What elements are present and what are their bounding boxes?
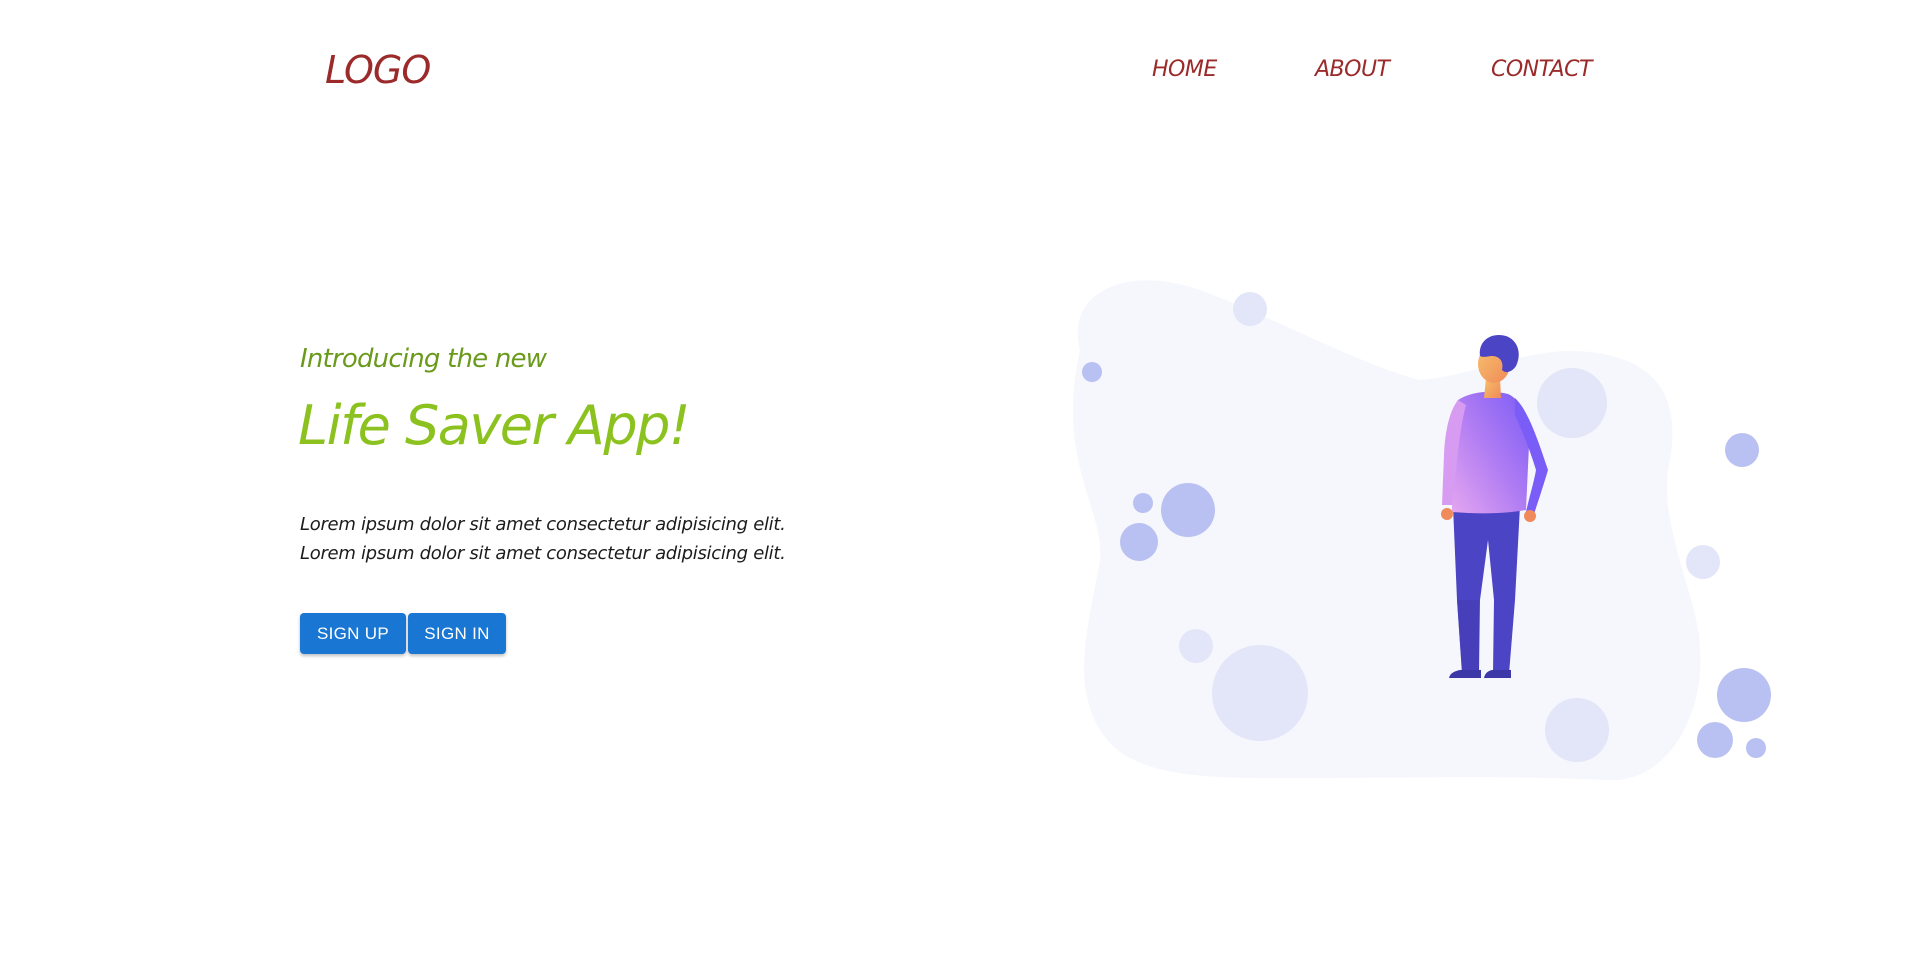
bubble xyxy=(1697,722,1733,758)
hero-headline: Life Saver App! xyxy=(298,394,691,457)
nav-contact-link[interactable]: CONTACT xyxy=(1491,57,1592,82)
bubble xyxy=(1179,629,1213,663)
bubble xyxy=(1537,368,1607,438)
bubble xyxy=(1725,433,1759,467)
intro-text: Introducing the new xyxy=(300,344,547,374)
background-blob xyxy=(1072,280,1701,781)
bubble xyxy=(1133,493,1153,513)
bubble xyxy=(1686,545,1720,579)
hero-description: Lorem ipsum dolor sit amet consectetur a… xyxy=(300,510,786,568)
description-line: Lorem ipsum dolor sit amet consectetur a… xyxy=(300,543,786,564)
bubble xyxy=(1746,738,1766,758)
description-line: Lorem ipsum dolor sit amet consectetur a… xyxy=(300,514,786,535)
bubble xyxy=(1212,645,1308,741)
landing-page: LOGO HOME ABOUT CONTACT Introducing the … xyxy=(0,0,1917,967)
person-looking-up-illustration xyxy=(1072,280,1771,781)
sign-up-button[interactable]: SIGN UP xyxy=(300,613,406,654)
bubble xyxy=(1233,292,1267,326)
nav-about-link[interactable]: ABOUT xyxy=(1315,57,1390,82)
bubble xyxy=(1717,668,1771,722)
top-nav: HOME ABOUT CONTACT xyxy=(0,57,1917,87)
bubble xyxy=(1082,362,1102,382)
bubble xyxy=(1161,483,1215,537)
bubble xyxy=(1545,698,1609,762)
bubble xyxy=(1120,523,1158,561)
sign-in-button[interactable]: SIGN IN xyxy=(408,613,506,654)
auth-buttons: SIGN UP SIGN IN xyxy=(300,613,506,654)
nav-home-link[interactable]: HOME xyxy=(1152,57,1217,82)
